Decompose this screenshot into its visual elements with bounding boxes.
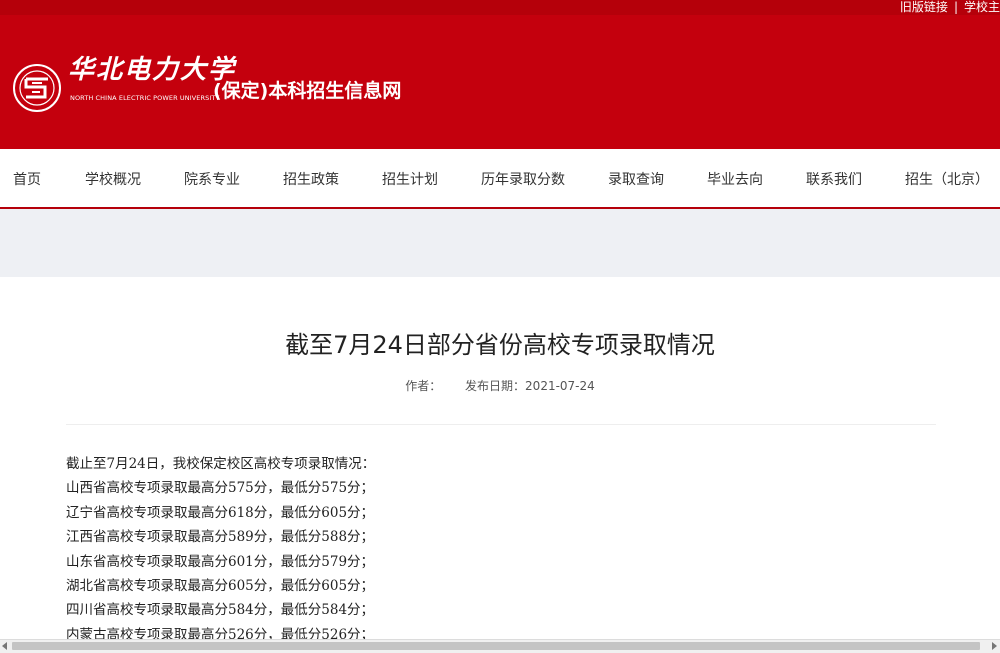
nav-item-scores[interactable]: 历年录取分数 xyxy=(481,169,565,189)
article-meta: 作者： 发布日期：2021-07-24 xyxy=(0,377,1000,394)
nav-item-query[interactable]: 录取查询 xyxy=(608,169,664,189)
article-paragraph: 截止至7月24日，我校保定校区高校专项录取情况： xyxy=(66,456,376,472)
article-paragraph: 四川省高校专项录取最高分584分，最低分584分； xyxy=(66,602,375,619)
nav-item-home[interactable]: 首页 xyxy=(13,169,41,189)
breadcrumb-band xyxy=(0,209,1000,277)
article-date: 发布日期：2021-07-24 xyxy=(465,379,595,393)
article-paragraph: 山东省高校专项录取最高分601分，最低分579分； xyxy=(66,553,375,570)
university-logo-icon[interactable] xyxy=(12,63,62,113)
link-separator: | xyxy=(953,0,958,14)
article-divider xyxy=(66,424,936,425)
article-paragraph: 山西省高校专项录取最高分575分，最低分575分； xyxy=(66,480,375,497)
article-title: 截至7月24日部分省份高校专项录取情况 xyxy=(285,331,715,359)
old-version-link[interactable]: 旧版链接 xyxy=(900,0,948,14)
scrollbar-thumb[interactable] xyxy=(12,642,980,650)
article-author: 作者： xyxy=(405,379,442,393)
scroll-left-icon[interactable] xyxy=(2,642,7,650)
article-body: 截止至7月24日，我校保定校区高校专项录取情况： 山西省高校专项录取最高分575… xyxy=(66,452,926,639)
nav-item-policy[interactable]: 招生政策 xyxy=(283,169,339,189)
nav-item-departments[interactable]: 院系专业 xyxy=(184,169,240,189)
article-paragraph: 江西省高校专项录取最高分589分，最低分588分； xyxy=(66,529,375,546)
article-paragraph: 湖北省高校专项录取最高分605分，最低分605分； xyxy=(66,577,375,594)
nav-item-contact[interactable]: 联系我们 xyxy=(806,169,862,189)
nav-item-plan[interactable]: 招生计划 xyxy=(382,169,438,189)
article-paragraph: 辽宁省高校专项录取最高分618分，最低分605分； xyxy=(66,504,375,521)
top-links: 旧版链接 | 学校主 xyxy=(900,0,1000,15)
nav-item-beijing[interactable]: 招生（北京） xyxy=(905,169,989,189)
horizontal-scrollbar[interactable] xyxy=(0,639,1000,653)
top-utility-bar xyxy=(0,0,1000,15)
university-name-cn: 华北电力大学 xyxy=(68,55,237,85)
nav-item-about[interactable]: 学校概况 xyxy=(85,169,141,189)
university-name-en: NORTH CHINA ELECTRIC POWER UNIVERSITY xyxy=(70,94,220,102)
scroll-right-icon[interactable] xyxy=(992,642,997,650)
nav-item-employment[interactable]: 毕业去向 xyxy=(707,169,763,189)
site-title: (保定)本科招生信息网 xyxy=(213,80,402,102)
school-home-link[interactable]: 学校主 xyxy=(964,0,1000,14)
article-paragraph: 内蒙古高校专项录取最高分526分，最低分526分； xyxy=(66,626,375,639)
main-nav: 首页 学校概况 院系专业 招生政策 招生计划 历年录取分数 录取查询 毕业去向 … xyxy=(0,149,1000,209)
